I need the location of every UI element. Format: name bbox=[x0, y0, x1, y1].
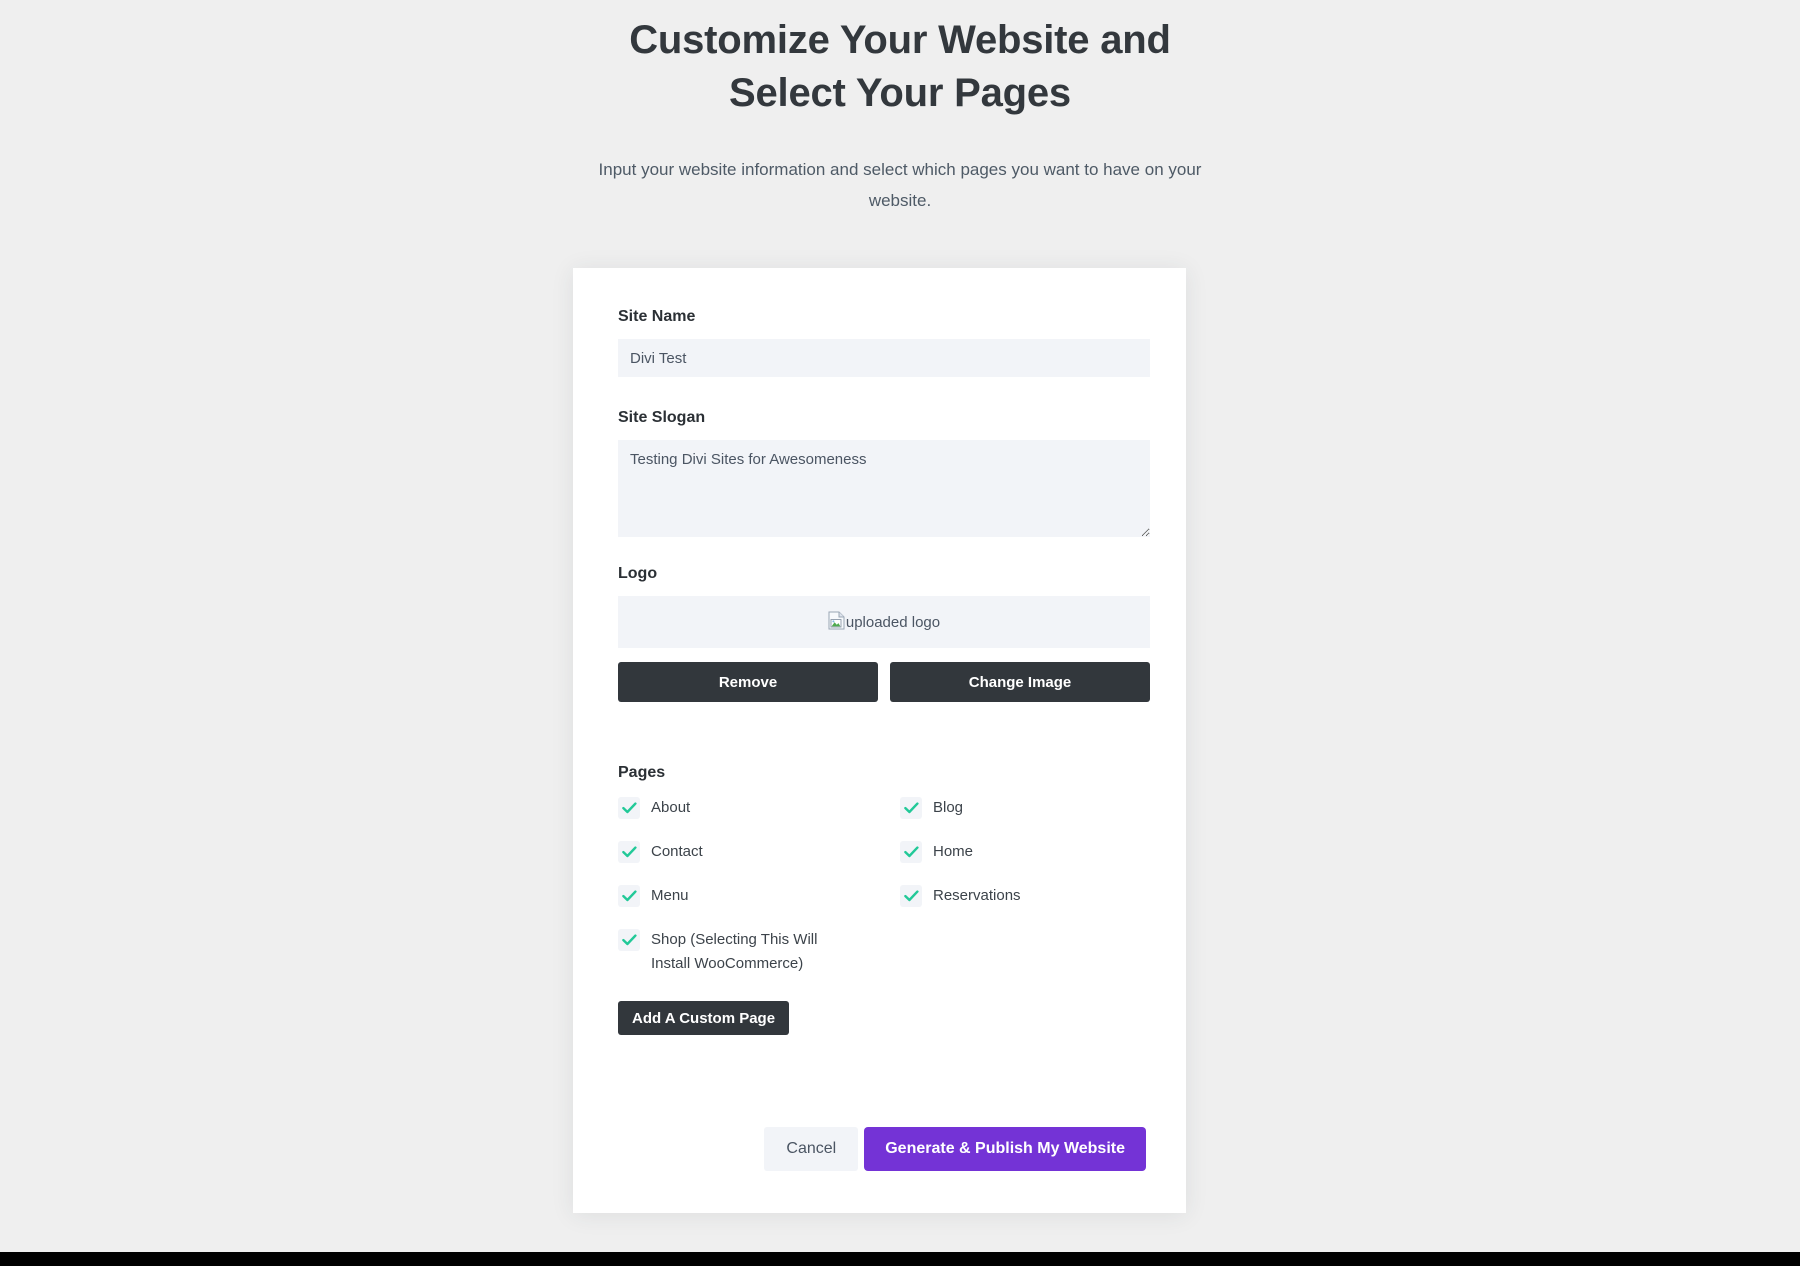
logo-label: Logo bbox=[618, 565, 658, 582]
page-option-contact[interactable]: Contact bbox=[618, 840, 900, 864]
page-option-label: Menu bbox=[651, 887, 689, 904]
card-footer-actions: Cancel Generate & Publish My Website bbox=[764, 1127, 1146, 1171]
pages-label: Pages bbox=[618, 764, 666, 781]
page-option-about[interactable]: About bbox=[618, 796, 900, 820]
pages-section: Pages About Blog Contact Home Menu Reser… bbox=[618, 764, 1141, 1035]
remove-logo-button[interactable]: Remove bbox=[618, 662, 878, 702]
checkbox-shop[interactable] bbox=[618, 929, 640, 951]
page-option-label: Shop (Selecting This Will Install WooCom… bbox=[651, 931, 818, 972]
logo-alt-text: uploaded logo bbox=[845, 613, 941, 631]
site-name-label: Site Name bbox=[618, 308, 696, 325]
page-header: Customize Your Website and Select Your P… bbox=[570, 0, 1230, 216]
checkbox-menu[interactable] bbox=[618, 885, 640, 907]
page-option-menu[interactable]: Menu bbox=[618, 884, 900, 908]
page-option-label: About bbox=[651, 799, 691, 816]
checkbox-about[interactable] bbox=[618, 797, 640, 819]
site-name-field-group: Site Name bbox=[618, 306, 1150, 377]
app-viewport: Customize Your Website and Select Your P… bbox=[0, 0, 1800, 1266]
checkbox-reservations[interactable] bbox=[900, 885, 922, 907]
page-subtitle: Input your website information and selec… bbox=[598, 160, 1202, 210]
bottom-black-bar bbox=[0, 1252, 1800, 1266]
logo-preview-box: uploaded logo bbox=[618, 596, 1150, 648]
page-option-reservations[interactable]: Reservations bbox=[900, 884, 1182, 908]
checkbox-contact[interactable] bbox=[618, 841, 640, 863]
add-custom-page-button[interactable]: Add A Custom Page bbox=[618, 1001, 790, 1035]
page-option-home[interactable]: Home bbox=[900, 840, 1182, 864]
customize-website-card: Site Name Site Slogan Logo bbox=[573, 268, 1186, 1213]
site-slogan-label: Site Slogan bbox=[618, 409, 706, 426]
checkbox-home[interactable] bbox=[900, 841, 922, 863]
generate-publish-button[interactable]: Generate & Publish My Website bbox=[864, 1127, 1146, 1171]
logo-action-buttons: Remove Change Image bbox=[618, 662, 1150, 702]
page-option-label: Home bbox=[933, 843, 974, 860]
site-name-input[interactable] bbox=[618, 339, 1150, 377]
page-option-shop[interactable]: Shop (Selecting This Will Install WooCom… bbox=[618, 928, 900, 976]
page-option-label: Blog bbox=[933, 799, 964, 816]
broken-image-placeholder: uploaded logo bbox=[828, 611, 940, 634]
site-slogan-field-group: Site Slogan bbox=[618, 407, 1150, 537]
site-slogan-textarea[interactable] bbox=[618, 440, 1150, 537]
checkbox-blog[interactable] bbox=[900, 797, 922, 819]
page-title: Customize Your Website and Select Your P… bbox=[629, 18, 1171, 115]
cancel-button[interactable]: Cancel bbox=[764, 1127, 859, 1171]
logo-field-group: Logo uploaded logo Remove Change Image bbox=[618, 563, 1150, 702]
change-image-button[interactable]: Change Image bbox=[890, 662, 1150, 702]
pages-checkbox-grid: About Blog Contact Home Menu Reservation… bbox=[618, 796, 1182, 976]
page-option-label: Contact bbox=[651, 843, 703, 860]
broken-image-icon bbox=[828, 611, 846, 634]
page-option-label: Reservations bbox=[933, 887, 1021, 904]
page-option-blog[interactable]: Blog bbox=[900, 796, 1182, 820]
